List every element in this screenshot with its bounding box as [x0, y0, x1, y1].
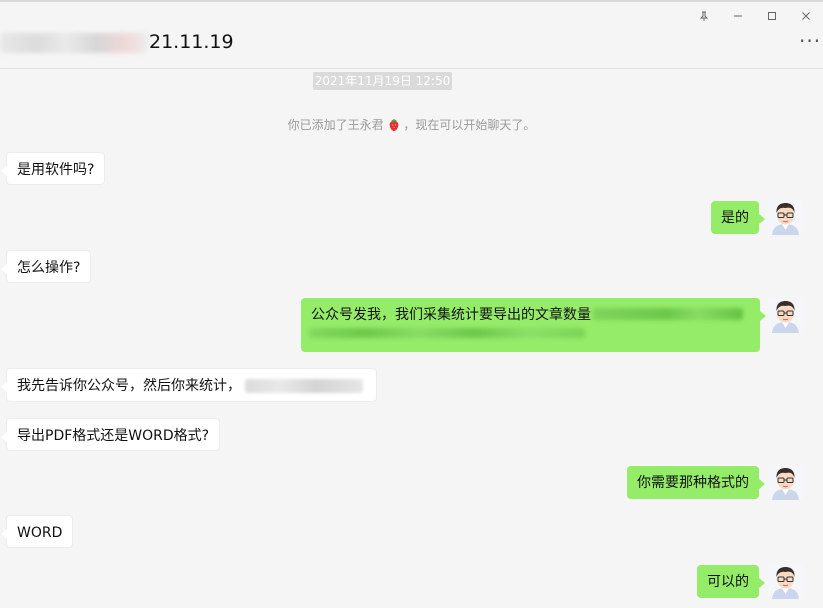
- blurred-text: [593, 308, 743, 320]
- pin-icon[interactable]: [687, 6, 721, 26]
- blurred-text: [245, 379, 364, 393]
- message-bubble-outgoing[interactable]: 可以的: [697, 565, 765, 598]
- message-bubble-incoming[interactable]: 是用软件吗?: [0, 152, 106, 185]
- blurred-contact-name: [0, 33, 148, 53]
- message-text: 你需要那种格式的: [637, 475, 749, 491]
- message-text: 怎么操作?: [17, 260, 81, 276]
- message-text: 导出PDF格式还是WORD格式?: [17, 428, 210, 444]
- system-message-text: 你已添加了王永君: [287, 118, 384, 132]
- chat-title: 21.11.19: [149, 31, 234, 53]
- more-options-button[interactable]: ···: [799, 31, 821, 52]
- message-text: 是的: [721, 210, 749, 226]
- user-avatar-icon: [768, 564, 803, 599]
- minimize-icon[interactable]: [721, 6, 755, 26]
- avatar[interactable]: [768, 200, 803, 235]
- message-text: 公众号发我，我们采集统计要导出的文章数量: [311, 307, 591, 323]
- strawberry-icon: [389, 119, 398, 131]
- avatar[interactable]: [768, 298, 803, 333]
- blurred-text: [309, 328, 585, 338]
- message-bubble-incoming[interactable]: 导出PDF格式还是WORD格式?: [0, 418, 221, 451]
- chat-header: 21.11.19 ···: [0, 0, 823, 69]
- window-top-border: [0, 0, 823, 2]
- message-bubble-incoming[interactable]: 怎么操作?: [0, 250, 92, 283]
- maximize-icon[interactable]: [755, 6, 789, 26]
- avatar[interactable]: [768, 564, 803, 599]
- window-controls: [687, 6, 823, 26]
- message-bubble-outgoing[interactable]: 你需要那种格式的: [627, 466, 765, 499]
- message-bubble-outgoing[interactable]: 公众号发我，我们采集统计要导出的文章数量: [301, 298, 766, 352]
- avatar[interactable]: [768, 465, 803, 500]
- message-bubble-incoming[interactable]: 我先告诉你公众号，然后你来统计，: [1, 368, 377, 402]
- message-timestamp: 2021年11月19日 12:50: [313, 72, 452, 90]
- message-text: 是用软件吗?: [17, 162, 95, 178]
- user-avatar-icon: [768, 298, 803, 333]
- message-text: WORD: [17, 525, 63, 541]
- user-avatar-icon: [768, 465, 803, 500]
- message-bubble-outgoing[interactable]: 是的: [711, 201, 765, 234]
- system-message-tail: ，现在可以开始聊天了。: [403, 118, 536, 132]
- user-avatar-icon: [768, 200, 803, 235]
- message-bubble-incoming[interactable]: WORD: [0, 515, 74, 548]
- message-text: 我先告诉你公众号，然后你来统计，: [17, 378, 241, 394]
- close-icon[interactable]: [789, 6, 823, 26]
- system-message: 你已添加了王永君 ，现在可以开始聊天了。: [0, 116, 823, 134]
- message-text: 可以的: [707, 574, 749, 590]
